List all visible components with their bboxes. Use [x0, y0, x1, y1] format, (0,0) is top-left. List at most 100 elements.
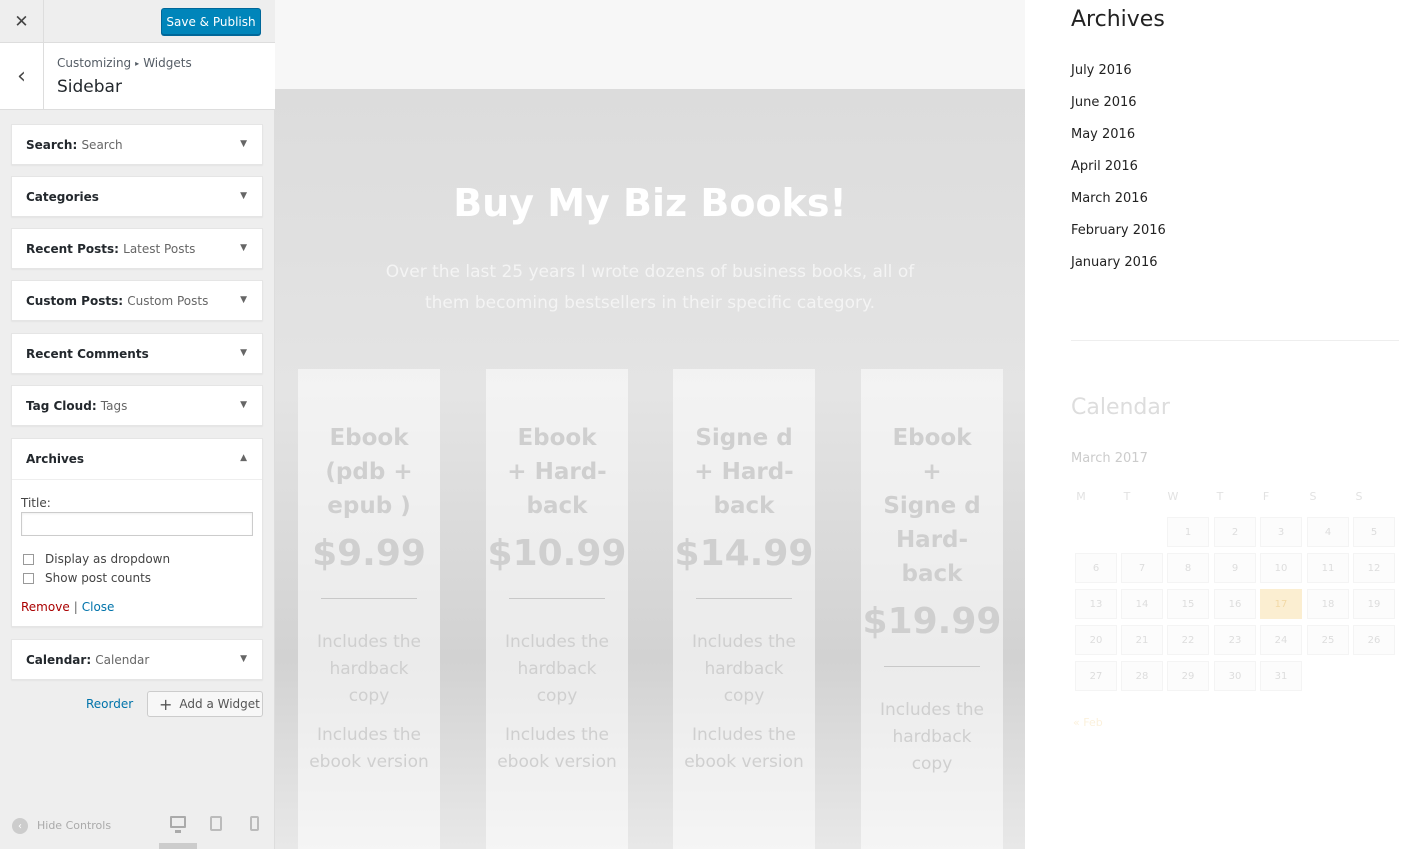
preview-header-image [275, 0, 1025, 89]
card-feature: Includes the ebook version [309, 725, 429, 772]
tablet-preview-icon[interactable] [210, 816, 222, 831]
calendar-day: 26 [1353, 625, 1395, 655]
calendar-day: 21 [1121, 625, 1163, 655]
show-counts-option[interactable]: Show post counts [23, 571, 151, 585]
desktop-preview-icon[interactable] [170, 816, 186, 833]
calendar-weekday: W [1167, 490, 1179, 503]
widget-title: Search: Search [26, 138, 123, 152]
card-price: $19.99 [862, 601, 1002, 642]
archive-link[interactable]: January 2016 [1071, 255, 1158, 270]
widget-archives[interactable]: Archives ▲ Title: Display as dropdown Sh… [11, 438, 263, 627]
mobile-preview-icon[interactable] [250, 816, 259, 831]
section-title: Sidebar [57, 77, 122, 97]
widget-title: Categories [26, 190, 99, 204]
pricing-card: Ebook (pdb + epub ) $9.99 Includes the h… [298, 369, 440, 849]
close-link[interactable]: Close [82, 600, 115, 614]
expand-arrow-icon[interactable]: ▼ [240, 400, 247, 410]
card-price: $10.99 [487, 533, 627, 574]
widget-actions: Remove | Close [21, 600, 114, 614]
widget-name: Recent Posts [26, 242, 115, 256]
widget-title: Recent Comments [26, 347, 149, 361]
calendar-day: 29 [1167, 661, 1209, 691]
expand-arrow-icon[interactable]: ▼ [240, 654, 247, 664]
hide-controls-button[interactable]: Hide Controls [37, 819, 111, 832]
collapse-arrow-icon[interactable]: ▲ [240, 453, 247, 463]
calendar-prev-link[interactable]: « Feb [1073, 716, 1103, 729]
save-publish-button[interactable]: Save & Publish [161, 8, 261, 35]
calendar-day: 14 [1121, 589, 1163, 619]
card-feature: Includes the hardback copy [879, 700, 985, 774]
customizer-header: ✕ Save & Publish [0, 0, 275, 43]
expand-arrow-icon[interactable]: ▼ [240, 295, 247, 305]
calendar-today: 17 [1260, 589, 1302, 619]
back-button[interactable]: ‹ [0, 43, 44, 109]
widget-calendar[interactable]: Calendar: Calendar ▼ [11, 639, 263, 680]
widget-search[interactable]: Search: Search ▼ [11, 124, 263, 165]
show-counts-checkbox[interactable] [23, 572, 34, 584]
archive-link[interactable]: March 2016 [1071, 191, 1148, 206]
calendar-day: 2 [1214, 517, 1256, 547]
widget-instance-title: Tags [100, 399, 128, 413]
calendar-day: 25 [1307, 625, 1349, 655]
widget-recent-comments[interactable]: Recent Comments ▼ [11, 333, 263, 374]
widget-title: Archives [26, 452, 84, 466]
widget-recent-posts[interactable]: Recent Posts: Latest Posts ▼ [11, 228, 263, 269]
card-feature: Includes the ebook version [684, 725, 804, 772]
card-price: $9.99 [312, 533, 426, 574]
calendar-weekday: S [1309, 490, 1317, 503]
card-feature: Includes the hardback copy [504, 632, 610, 706]
show-counts-label: Show post counts [45, 571, 152, 585]
calendar-day: 24 [1260, 625, 1302, 655]
calendar-day: 22 [1167, 625, 1209, 655]
calendar-day: 30 [1214, 661, 1256, 691]
close-customizer-button[interactable]: ✕ [0, 0, 44, 43]
archive-link[interactable]: May 2016 [1071, 127, 1135, 142]
card-feature: Includes the ebook version [497, 725, 617, 772]
title-input[interactable] [21, 512, 253, 536]
add-widget-button[interactable]: + Add a Widget [147, 691, 263, 717]
link-separator: | [73, 600, 78, 614]
archive-link[interactable]: April 2016 [1071, 159, 1138, 174]
calendar-day: 1 [1167, 517, 1209, 547]
title-label: Title: [21, 496, 51, 510]
expand-arrow-icon[interactable]: ▼ [240, 191, 247, 201]
remove-link[interactable]: Remove [21, 600, 70, 614]
archive-link[interactable]: June 2016 [1071, 95, 1137, 110]
archives-heading: Archives [1071, 7, 1165, 32]
hero-title: Buy My Biz Books! [453, 181, 847, 225]
display-dropdown-checkbox[interactable] [23, 553, 34, 565]
hero-subtitle: Over the last 25 years I wrote dozens of… [385, 262, 915, 313]
sidebar-divider [1071, 340, 1399, 341]
widget-tag-cloud[interactable]: Tag Cloud: Tags ▼ [11, 385, 263, 426]
widget-name: Categories [26, 190, 99, 204]
widget-name: Custom Posts [26, 294, 119, 308]
pricing-section: Buy My Biz Books! Over the last 25 years… [275, 89, 1025, 849]
pricing-card: Signe d + Hard-back $14.99 Includes the … [673, 369, 815, 849]
widget-title: Recent Posts: Latest Posts [26, 242, 196, 256]
expand-arrow-icon[interactable]: ▼ [240, 139, 247, 149]
widget-name: Tag Cloud [26, 399, 92, 413]
divider [12, 479, 262, 480]
display-dropdown-option[interactable]: Display as dropdown [23, 552, 170, 566]
widget-name: Search [26, 138, 73, 152]
breadcrumb-widgets: Widgets [143, 56, 192, 70]
calendar-day: 12 [1353, 553, 1395, 583]
calendar-day: 15 [1167, 589, 1209, 619]
collapse-icon[interactable]: ‹ [12, 818, 28, 834]
widget-categories[interactable]: Categories ▼ [11, 176, 263, 217]
breadcrumb-customizing: Customizing [57, 56, 132, 70]
expand-arrow-icon[interactable]: ▼ [240, 348, 247, 358]
calendar-heading: Calendar [1071, 395, 1170, 420]
widget-title: Custom Posts: Custom Posts [26, 294, 209, 308]
expand-arrow-icon[interactable]: ▼ [240, 243, 247, 253]
archive-link[interactable]: July 2016 [1071, 63, 1132, 78]
calendar-weekday: M [1076, 490, 1086, 503]
calendar-day: 27 [1075, 661, 1117, 691]
calendar-weekday: S [1355, 490, 1363, 503]
card-title: Ebook + Hard-back [507, 425, 607, 519]
card-divider [509, 598, 605, 599]
calendar-day: 10 [1260, 553, 1302, 583]
widget-custom-posts[interactable]: Custom Posts: Custom Posts ▼ [11, 280, 263, 321]
archive-link[interactable]: February 2016 [1071, 223, 1166, 238]
reorder-link[interactable]: Reorder [86, 697, 133, 711]
